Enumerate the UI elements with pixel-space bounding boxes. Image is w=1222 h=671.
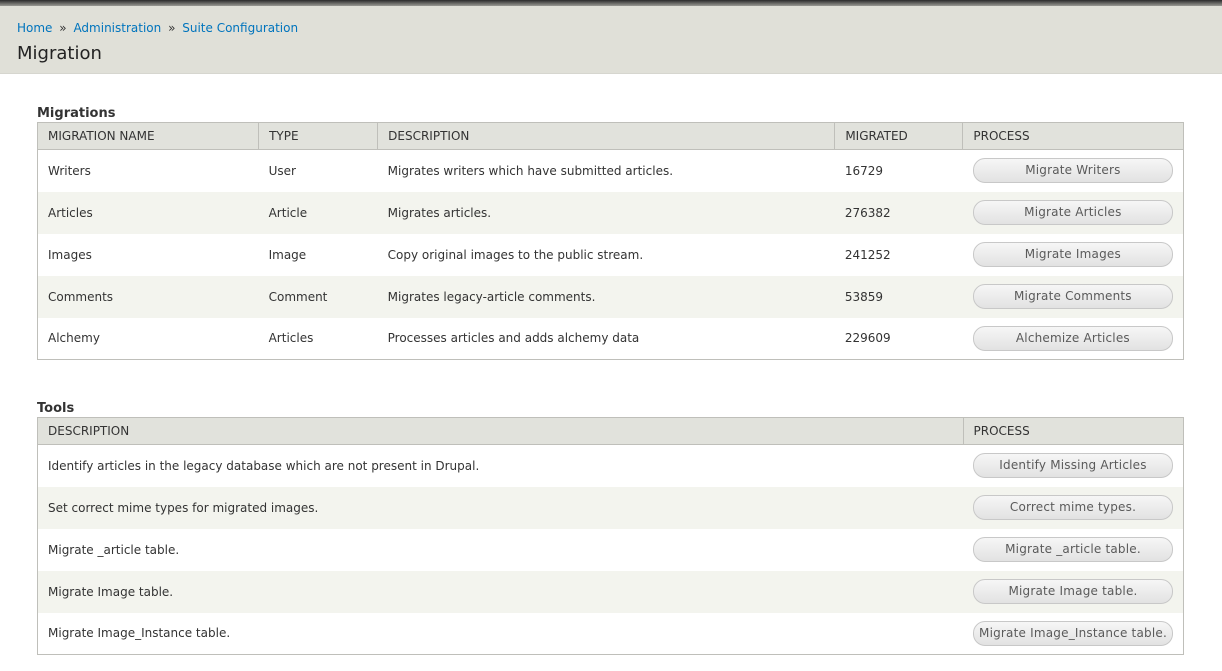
migration-type-cell: User (258, 149, 378, 192)
migration-name-cell: Images (37, 233, 259, 276)
table-row: Comments Comment Migrates legacy-article… (37, 275, 1184, 318)
column-header-process: PROCESS (962, 122, 1184, 150)
column-header-process: PROCESS (963, 417, 1184, 445)
table-row: Migrate Image_Instance table. Migrate Im… (37, 612, 1184, 655)
migrated-count-cell: 16729 (834, 149, 963, 192)
process-cell: Migrate Writers (962, 149, 1184, 192)
migrate-article-table-button[interactable]: Migrate _article table. (973, 537, 1173, 562)
migration-description-cell: Migrates writers which have submitted ar… (377, 149, 835, 192)
process-cell: Identify Missing Articles (963, 444, 1184, 487)
process-cell: Correct mime types. (963, 486, 1184, 529)
migrate-images-button[interactable]: Migrate Images (972, 242, 1173, 267)
tools-section-title: Tools (37, 401, 75, 416)
tool-description-cell: Identify articles in the legacy database… (37, 444, 963, 487)
table-row: Alchemy Articles Processes articles and … (37, 317, 1184, 360)
migration-type-cell: Article (258, 191, 378, 234)
migration-name-cell: Articles (37, 191, 259, 234)
process-cell: Migrate Comments (962, 275, 1184, 318)
process-cell: Alchemize Articles (962, 317, 1184, 360)
breadcrumb: Home » Administration » Suite Configurat… (17, 20, 1205, 37)
migrations-table: MIGRATION NAME TYPE DESCRIPTION MIGRATED… (37, 122, 1184, 360)
breadcrumb-administration-link[interactable]: Administration (73, 21, 161, 35)
alchemize-articles-button[interactable]: Alchemize Articles (972, 325, 1173, 351)
breadcrumb-home-link[interactable]: Home (17, 21, 52, 35)
correct-mime-types-button[interactable]: Correct mime types. (973, 495, 1173, 520)
migration-type-cell: Comment (258, 275, 378, 318)
tool-description-cell: Migrate Image table. (37, 570, 963, 613)
migration-description-cell: Migrates articles. (377, 191, 835, 234)
migrated-count-cell: 241252 (834, 233, 963, 276)
migration-name-cell: Alchemy (37, 317, 259, 360)
breadcrumb-separator: » (168, 21, 176, 35)
column-header-description: DESCRIPTION (377, 122, 836, 150)
migrate-image-table-button[interactable]: Migrate Image table. (973, 579, 1173, 604)
table-row: Writers User Migrates writers which have… (37, 149, 1184, 192)
breadcrumb-separator: » (59, 21, 67, 35)
identify-missing-articles-button[interactable]: Identify Missing Articles (973, 453, 1173, 479)
tools-table: DESCRIPTION PROCESS Identify articles in… (37, 417, 1184, 655)
tool-description-cell: Migrate Image_Instance table. (37, 612, 963, 655)
table-row: Migrate _article table. Migrate _article… (37, 528, 1184, 571)
page-header: Home » Administration » Suite Configurat… (0, 6, 1222, 74)
table-row: Identify articles in the legacy database… (37, 444, 1184, 487)
migration-type-cell: Image (258, 233, 378, 276)
process-cell: Migrate Articles (962, 191, 1184, 234)
migration-description-cell: Migrates legacy-article comments. (377, 275, 835, 318)
main-content: Migrations MIGRATION NAME TYPE DESCRIPTI… (0, 106, 1222, 655)
tool-description-cell: Set correct mime types for migrated imag… (37, 486, 963, 529)
process-cell: Migrate Image table. (963, 570, 1184, 613)
migrations-section-title: Migrations (37, 106, 116, 121)
tool-description-cell: Migrate _article table. (37, 528, 963, 571)
breadcrumb-suite-configuration-link[interactable]: Suite Configuration (182, 21, 298, 35)
migration-type-cell: Articles (258, 317, 378, 360)
migration-description-cell: Processes articles and adds alchemy data (377, 317, 835, 360)
table-row: Images Image Copy original images to the… (37, 233, 1184, 276)
column-header-migration-name: MIGRATION NAME (37, 122, 260, 150)
column-header-migrated: MIGRATED (834, 122, 964, 150)
migration-name-cell: Comments (37, 275, 259, 318)
migrate-comments-button[interactable]: Migrate Comments (972, 284, 1173, 309)
process-cell: Migrate Images (962, 233, 1184, 276)
migrate-articles-button[interactable]: Migrate Articles (972, 200, 1173, 225)
migrations-table-header-row: MIGRATION NAME TYPE DESCRIPTION MIGRATED… (37, 122, 1184, 150)
column-header-description: DESCRIPTION (37, 417, 964, 445)
process-cell: Migrate _article table. (963, 528, 1184, 571)
migrated-count-cell: 53859 (834, 275, 963, 318)
tools-table-header-row: DESCRIPTION PROCESS (37, 417, 1184, 445)
table-row: Set correct mime types for migrated imag… (37, 486, 1184, 529)
migration-description-cell: Copy original images to the public strea… (377, 233, 835, 276)
table-row: Migrate Image table. Migrate Image table… (37, 570, 1184, 613)
process-cell: Migrate Image_Instance table. (963, 612, 1184, 655)
table-row: Articles Article Migrates articles. 2763… (37, 191, 1184, 234)
migrated-count-cell: 229609 (834, 317, 963, 360)
column-header-type: TYPE (258, 122, 379, 150)
migrated-count-cell: 276382 (834, 191, 963, 234)
migrate-writers-button[interactable]: Migrate Writers (972, 158, 1173, 184)
page-title: Migration (17, 43, 102, 64)
migration-name-cell: Writers (37, 149, 259, 192)
migrate-image-instance-table-button[interactable]: Migrate Image_Instance table. (973, 620, 1173, 646)
